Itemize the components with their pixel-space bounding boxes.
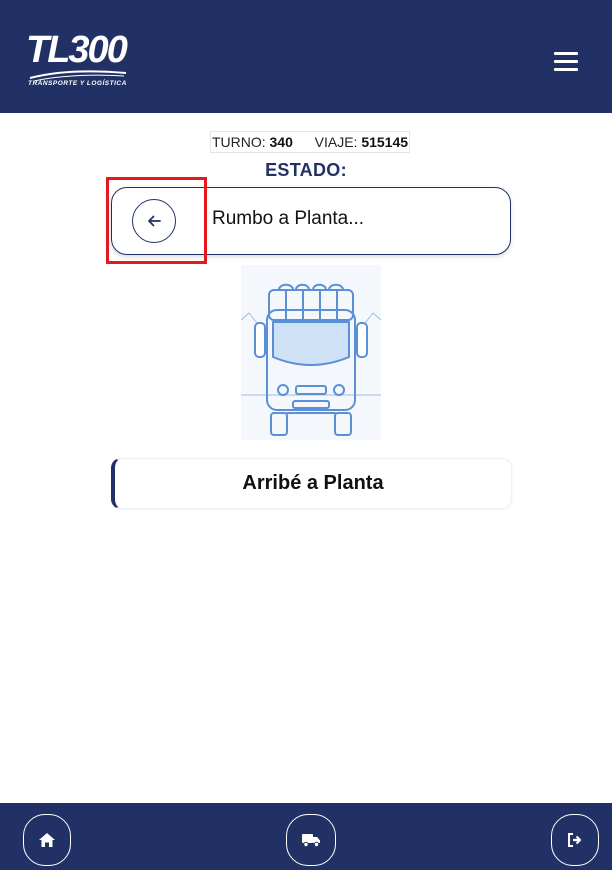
trip-info: TURNO: 340 VIAJE: 515145 xyxy=(210,131,410,153)
viaje-value: 515145 xyxy=(361,134,409,150)
status-card: Rumbo a Planta... xyxy=(111,187,511,255)
tl300-logo: TL300 TRANSPORTE Y LOGÍSTICA xyxy=(26,30,136,92)
hamburger-icon[interactable] xyxy=(554,52,578,72)
back-button[interactable] xyxy=(132,199,176,243)
logo-text: TL300 xyxy=(26,29,128,71)
home-icon xyxy=(39,833,55,847)
estado-title: ESTADO: xyxy=(265,160,347,180)
bottom-nav xyxy=(0,803,612,870)
truck-button[interactable] xyxy=(286,814,336,866)
truck-illustration xyxy=(240,265,382,440)
truck-icon xyxy=(302,834,320,848)
arrive-plant-button[interactable]: Arribé a Planta xyxy=(111,458,512,509)
turno-value: 340 xyxy=(269,134,293,150)
status-text: Rumbo a Planta... xyxy=(212,208,365,229)
turno-label: TURNO: xyxy=(211,134,266,150)
app-header: TL300 TRANSPORTE Y LOGÍSTICA xyxy=(0,0,612,113)
logout-icon xyxy=(568,833,582,847)
viaje-label: VIAJE: xyxy=(314,134,358,150)
logo-tagline: TRANSPORTE Y LOGÍSTICA xyxy=(28,80,127,87)
logout-button[interactable] xyxy=(551,814,599,866)
truck-front-icon xyxy=(240,283,382,436)
arrow-left-icon xyxy=(148,215,161,227)
home-button[interactable] xyxy=(23,814,71,866)
